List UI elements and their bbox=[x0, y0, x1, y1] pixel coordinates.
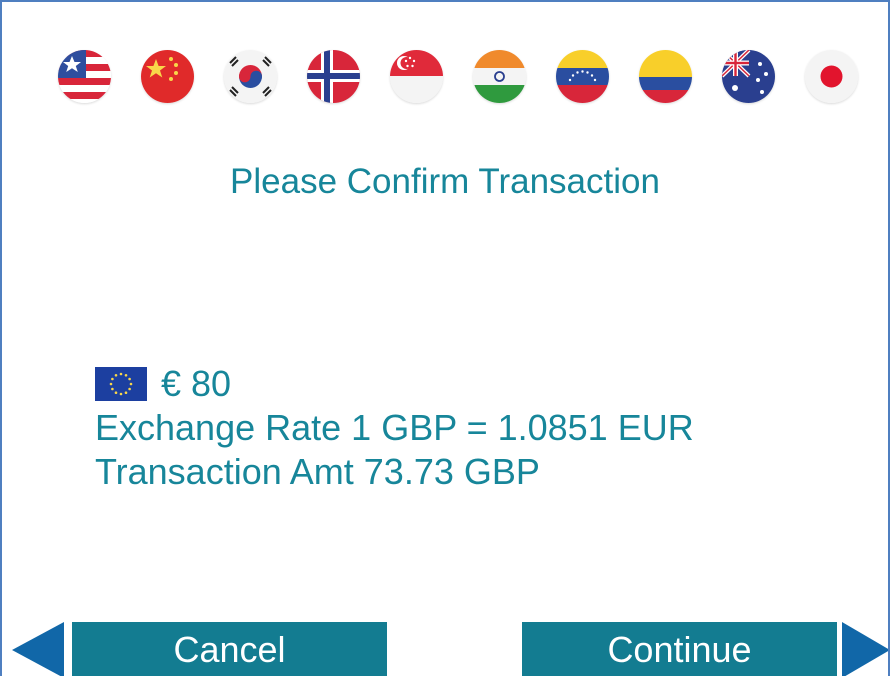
china-flag-icon[interactable] bbox=[141, 50, 194, 103]
norway-flag-icon[interactable] bbox=[307, 50, 360, 103]
amount-value: € 80 bbox=[161, 363, 232, 404]
eu-flag-icon bbox=[95, 367, 147, 401]
singapore-flag-icon[interactable] bbox=[390, 50, 443, 103]
currency-flag-row bbox=[58, 50, 858, 103]
exchange-rate: Exchange Rate 1 GBP = 1.0851 EUR bbox=[95, 407, 694, 448]
amount-line: € 80 bbox=[95, 362, 694, 406]
page-title: Please Confirm Transaction bbox=[230, 162, 660, 201]
transaction-amount: Transaction Amt 73.73 GBP bbox=[95, 451, 540, 492]
japan-flag-icon[interactable] bbox=[805, 50, 858, 103]
colombia-flag-icon[interactable] bbox=[639, 50, 692, 103]
india-flag-icon[interactable] bbox=[473, 50, 526, 103]
continue-button[interactable]: Continue bbox=[522, 622, 837, 676]
back-arrow-icon[interactable] bbox=[12, 622, 64, 676]
venezuela-flag-icon[interactable] bbox=[556, 50, 609, 103]
south-korea-flag-icon[interactable] bbox=[224, 50, 277, 103]
australia-flag-icon[interactable] bbox=[722, 50, 775, 103]
transaction-details: € 80 Exchange Rate 1 GBP = 1.0851 EUR Tr… bbox=[95, 362, 694, 494]
forward-arrow-icon[interactable] bbox=[842, 622, 890, 676]
confirm-transaction-screen: Please Confirm Transaction € 80 Exchange… bbox=[0, 0, 890, 676]
us-flag-icon[interactable] bbox=[58, 50, 111, 103]
cancel-button[interactable]: Cancel bbox=[72, 622, 387, 676]
